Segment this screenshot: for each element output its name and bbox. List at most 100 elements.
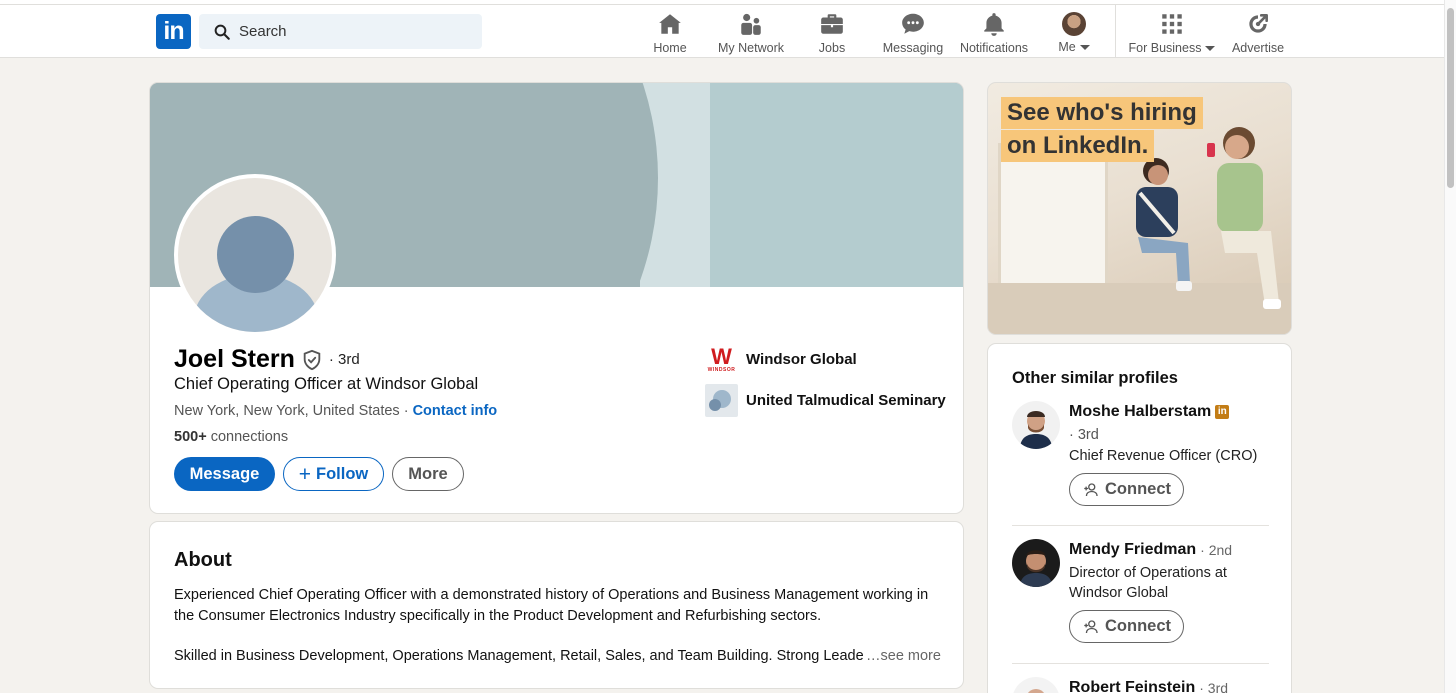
grid-icon — [1162, 14, 1182, 34]
name-row: Joel Stern · 3rd — [174, 345, 360, 374]
follow-button[interactable]: + Follow — [283, 457, 384, 491]
nav-for-business-label: For Business — [1129, 41, 1216, 55]
about-paragraph-truncated: Skilled in Business Development, Operati… — [174, 648, 864, 664]
profile-location: New York, New York, United States · — [174, 403, 413, 419]
similar-profile-item: Mendy Friedman · 2nd Director of Operatio… — [1012, 539, 1269, 649]
photo-placeholder-head — [217, 216, 294, 293]
follow-label: Follow — [316, 464, 369, 483]
experience-company-name: Windsor Global — [746, 351, 857, 368]
nav-for-business-text: For Business — [1128, 41, 1202, 55]
nav-my-network[interactable]: My Network — [714, 11, 788, 55]
nav-advertise[interactable]: Advertise — [1229, 11, 1287, 55]
school-logo — [705, 384, 738, 417]
scrollbar-thumb[interactable] — [1447, 8, 1454, 188]
nav-notifications[interactable]: Notifications — [955, 11, 1033, 55]
ad-person-illustration — [1136, 158, 1192, 291]
connect-label: Connect — [1105, 480, 1171, 498]
similar-profile-name-text: Moshe Halberstam — [1069, 403, 1212, 420]
connections-count: 500+ connections — [174, 429, 288, 445]
network-icon — [741, 13, 761, 35]
page-scrollbar[interactable] — [1444, 0, 1456, 693]
connect-button[interactable]: Connect — [1069, 610, 1184, 643]
similar-profile-degree: · 2nd — [1200, 542, 1233, 558]
nav-jobs-label: Jobs — [818, 41, 846, 55]
similar-profile-item: Moshe Halberstam in · 3rd Chief Revenue O… — [1012, 401, 1269, 511]
linkedin-premium-icon: in — [1215, 405, 1230, 419]
location-row: New York, New York, United States · Cont… — [174, 403, 497, 419]
about-title: About — [174, 549, 232, 571]
ad-banner[interactable]: See who's hiring on LinkedIn. — [987, 82, 1292, 335]
nav-me[interactable]: Me — [1054, 11, 1094, 55]
nav-jobs[interactable]: Jobs — [811, 11, 853, 55]
windsor-logo-text: WINDSOR — [707, 367, 736, 373]
banner-shape — [710, 83, 963, 287]
connection-degree: · 3rd — [328, 351, 360, 368]
similar-profile-title: Chief Revenue Officer (CRO) — [1069, 448, 1258, 464]
add-person-icon — [1084, 482, 1098, 496]
similar-profile-name[interactable]: Mendy Friedman · 2nd — [1069, 541, 1232, 559]
search-input[interactable] — [239, 23, 469, 40]
windsor-logo-letter: W — [711, 344, 732, 369]
nav-for-business[interactable]: For Business — [1126, 11, 1218, 55]
home-icon — [659, 14, 681, 34]
experience-windsor-global[interactable]: W WINDSOR Windsor Global — [705, 343, 857, 376]
briefcase-icon — [821, 14, 843, 34]
similar-profiles-card: Other similar profiles Moshe Halberstam i… — [987, 343, 1292, 693]
ad-headline-line1: See who's hiring — [1001, 97, 1203, 129]
similar-profile-title-line2: Windsor Global — [1069, 585, 1169, 601]
similar-profile-degree: · 3rd — [1199, 680, 1229, 693]
nav-my-network-label: My Network — [718, 41, 784, 55]
more-button[interactable]: More — [392, 457, 464, 491]
messaging-icon — [902, 13, 924, 34]
similar-profile-name-text: Mendy Friedman — [1069, 541, 1197, 558]
logo-shape — [709, 399, 721, 411]
nav-home-label: Home — [653, 41, 687, 55]
search-icon — [214, 24, 230, 40]
similar-profile-name[interactable]: Moshe Halberstam in — [1069, 403, 1230, 421]
nav-messaging-label: Messaging — [882, 41, 944, 55]
windsor-logo: W WINDSOR — [705, 343, 738, 376]
profile-photo[interactable] — [174, 174, 336, 336]
profile-card: Joel Stern · 3rd Chief Operating Officer… — [149, 82, 964, 514]
avatar[interactable] — [1012, 677, 1060, 693]
education-school-name: United Talmudical Seminary — [746, 392, 946, 409]
avatar[interactable] — [1012, 539, 1060, 587]
similar-profiles-title: Other similar profiles — [1012, 369, 1178, 387]
search-box[interactable] — [199, 14, 482, 49]
connect-label: Connect — [1105, 617, 1171, 635]
nav-messaging[interactable]: Messaging — [880, 11, 946, 55]
bell-icon — [984, 13, 1004, 36]
connect-button[interactable]: Connect — [1069, 473, 1184, 506]
similar-profile-name-text: Robert Feinstein — [1069, 679, 1196, 693]
verified-shield-icon[interactable] — [301, 349, 323, 371]
global-nav: in Home My Network Jobs Messaging Notifi… — [0, 5, 1444, 58]
avatar[interactable] — [1012, 401, 1060, 449]
chevron-down-icon — [1205, 45, 1216, 51]
ad-headline-line2: on LinkedIn. — [1001, 130, 1155, 162]
nav-notifications-label: Notifications — [959, 41, 1029, 55]
similar-profile-title: Director of Operations at — [1069, 565, 1227, 581]
nav-advertise-label: Advertise — [1231, 41, 1285, 55]
message-button[interactable]: Message — [174, 457, 275, 491]
divider — [1012, 663, 1269, 664]
about-card: About Experienced Chief Operating Office… — [149, 521, 964, 689]
see-more-link[interactable]: …see more — [866, 646, 941, 667]
connections-number: 500+ — [174, 429, 207, 445]
avatar — [1062, 12, 1086, 36]
about-paragraph: Experienced Chief Operating Officer with… — [174, 587, 929, 624]
similar-profile-name[interactable]: Robert Feinstein · 3rd — [1069, 679, 1228, 693]
profile-name: Joel Stern — [174, 345, 295, 373]
advertise-icon — [1249, 14, 1268, 33]
education-united-talmudical-seminary[interactable]: United Talmudical Seminary — [705, 384, 946, 417]
nav-divider — [1115, 5, 1116, 58]
chevron-down-icon — [1079, 44, 1090, 50]
nav-me-text: Me — [1058, 40, 1076, 54]
similar-profile-item: Robert Feinstein · 3rd — [1012, 677, 1269, 693]
contact-info-link[interactable]: Contact info — [413, 403, 498, 419]
linkedin-logo[interactable]: in — [156, 14, 191, 49]
profile-headline: Chief Operating Officer at Windsor Globa… — [174, 375, 479, 393]
divider — [1012, 525, 1269, 526]
add-person-icon — [1084, 619, 1098, 633]
connections-label: connections — [206, 429, 289, 445]
nav-home[interactable]: Home — [648, 11, 692, 55]
